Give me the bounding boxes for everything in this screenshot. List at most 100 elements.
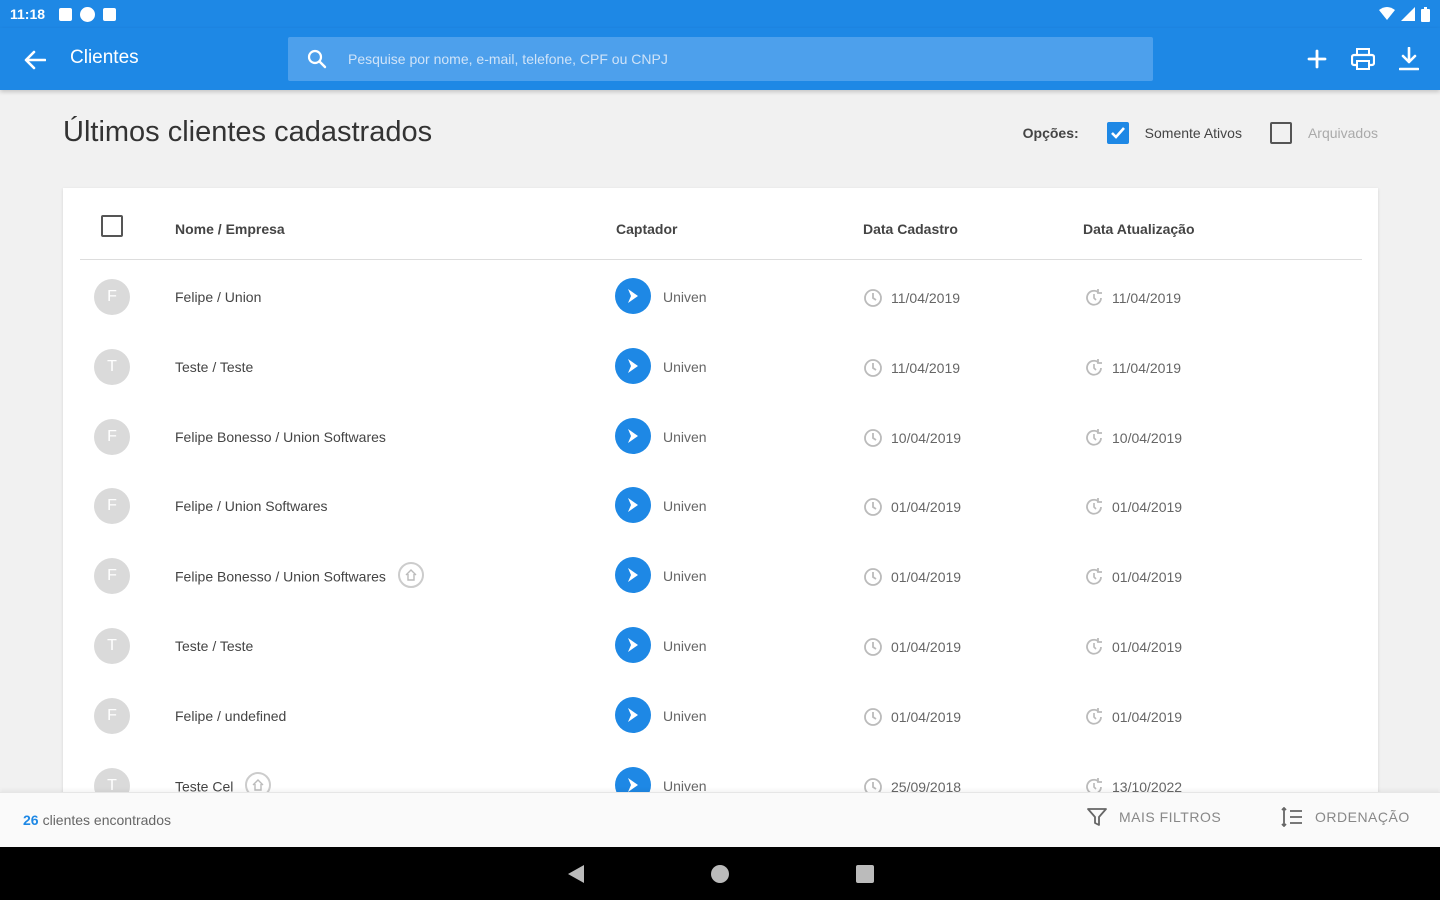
results-count-label: clientes encontrados <box>42 812 171 828</box>
history-icon <box>1084 428 1104 448</box>
bottom-bar: 26 clientes encontrados MAIS FILTROS ORDE… <box>0 792 1440 847</box>
back-button[interactable] <box>22 47 48 73</box>
table-row[interactable]: T Teste / Teste Univen 11/04/2019 11/04/2019 <box>63 331 1378 401</box>
client-name[interactable]: Felipe / Union Softwares <box>175 498 328 514</box>
created-date-text: 11/04/2019 <box>891 359 961 376</box>
captador-name: Univen <box>663 638 707 654</box>
updated-date: 11/04/2019 <box>1084 288 1181 308</box>
filter-icon <box>1087 808 1107 826</box>
more-filters-label: MAIS FILTROS <box>1119 809 1222 825</box>
header-name[interactable]: Nome / Empresa <box>175 221 285 237</box>
client-name-text: Teste / Teste <box>175 638 254 654</box>
header-created[interactable]: Data Cadastro <box>863 221 958 237</box>
history-icon <box>1084 358 1104 378</box>
clock-icon <box>863 637 883 657</box>
table-row[interactable]: F Felipe Bonesso / Union Softwares Univen 1… <box>63 401 1378 471</box>
options-group: Opções: Somente Ativos Arquivados <box>1023 122 1378 144</box>
circle-home-icon <box>711 865 729 883</box>
created-date: 10/04/2019 <box>863 428 961 448</box>
client-name[interactable]: Teste / Teste <box>175 638 253 654</box>
avatar-initial: T <box>107 357 117 375</box>
avatar-initial: F <box>107 427 117 445</box>
results-count: 26 clientes encontrados <box>23 812 171 828</box>
avatar: T <box>94 348 130 385</box>
notification-icon <box>59 7 73 21</box>
archived-checkbox[interactable] <box>1269 122 1292 144</box>
sort-button[interactable]: ORDENAÇÃO <box>1281 807 1410 827</box>
captador-logo-icon <box>615 278 651 314</box>
active-only-label[interactable]: Somente Ativos <box>1145 125 1242 141</box>
active-only-checkbox[interactable] <box>1106 122 1129 144</box>
archived-label[interactable]: Arquivados <box>1308 125 1378 141</box>
avatar-initial: F <box>107 497 117 515</box>
clock-icon <box>863 288 883 308</box>
captador-name: Univen <box>663 498 707 515</box>
header-updated[interactable]: Data Atualização <box>1083 221 1195 237</box>
updated-date-text: 01/04/2019 <box>1112 499 1183 516</box>
updated-date-text: 01/04/2019 <box>1112 708 1183 725</box>
select-all-checkbox[interactable] <box>101 215 123 237</box>
arrow-back-icon <box>24 50 46 70</box>
status-bar: 11:18 <box>0 0 1440 28</box>
updated-date: 01/04/2019 <box>1084 497 1182 517</box>
app-title: Clientes <box>70 47 139 68</box>
nav-recents-button[interactable] <box>853 862 877 886</box>
history-icon <box>1084 637 1104 657</box>
check-icon <box>1110 127 1125 139</box>
status-time: 11:18 <box>10 6 46 22</box>
created-date-text: 10/04/2019 <box>891 429 962 446</box>
table-row[interactable]: T Teste Cel Univen 25/09/2018 13/10/2022 <box>63 750 1378 798</box>
updated-date: 10/04/2019 <box>1084 428 1182 448</box>
client-name[interactable]: Teste / Teste <box>175 359 253 375</box>
table-row[interactable]: T Teste / Teste Univen 01/04/2019 01/04/2019 <box>63 610 1378 680</box>
captador-name: Univen <box>663 289 707 305</box>
table-row[interactable]: F Felipe / Union Univen 11/04/2019 11/04/201… <box>63 261 1378 331</box>
sort-icon <box>1281 807 1302 827</box>
app-notification-icon <box>80 6 96 22</box>
updated-date-text: 11/04/2019 <box>1112 290 1182 306</box>
clock-icon <box>863 428 883 448</box>
download-icon <box>1399 47 1419 71</box>
updated-date: 01/04/2019 <box>1084 567 1182 587</box>
avatar: F <box>94 279 130 315</box>
options-label: Opções: <box>1022 125 1079 141</box>
avatar: F <box>94 697 130 734</box>
captador-name: Univen <box>663 707 707 724</box>
avatar-initial: F <box>107 567 117 585</box>
nav-back-button[interactable] <box>564 862 588 886</box>
created-date: 01/04/2019 <box>863 637 961 657</box>
add-client-button[interactable] <box>1304 45 1330 73</box>
updated-date: 01/04/2019 <box>1084 637 1182 657</box>
avatar: F <box>94 558 130 595</box>
download-button[interactable] <box>1396 45 1422 73</box>
created-date: 01/04/2019 <box>863 497 961 517</box>
plus-icon <box>1307 49 1327 69</box>
search-box[interactable] <box>288 37 1153 81</box>
search-input[interactable] <box>348 51 1108 67</box>
nav-home-button[interactable] <box>708 862 732 886</box>
avatar-initial: T <box>107 637 117 654</box>
client-name[interactable]: Felipe Bonesso / Union Softwares <box>175 429 386 445</box>
home-icon[interactable] <box>397 562 424 589</box>
history-icon <box>1084 288 1104 308</box>
table-row[interactable]: F Felipe Bonesso / Union Softwares Univen 0… <box>63 540 1378 610</box>
table-row[interactable]: F Felipe / Union Softwares Univen 01/04/201… <box>63 470 1378 540</box>
created-date: 11/04/2019 <box>863 358 960 378</box>
print-button[interactable] <box>1350 45 1376 73</box>
more-filters-button[interactable]: MAIS FILTROS <box>1087 807 1221 827</box>
header-captador[interactable]: Captador <box>616 221 677 237</box>
client-name[interactable]: Felipe Bonesso / Union Softwares <box>175 562 424 589</box>
captador-name: Univen <box>663 428 707 445</box>
clock-icon <box>863 707 883 727</box>
updated-date-text: 01/04/2019 <box>1112 569 1183 586</box>
client-name[interactable]: Felipe / undefined <box>175 708 286 724</box>
history-icon <box>1084 567 1104 587</box>
clock-icon <box>863 497 883 517</box>
client-name[interactable]: Felipe / Union <box>175 289 261 305</box>
captador-logo-icon <box>615 347 651 384</box>
client-name-text: Felipe Bonesso / Union Softwares <box>175 568 386 585</box>
created-date: 01/04/2019 <box>863 707 961 727</box>
clients-table: Nome / Empresa Captador Data Cadastro Da… <box>63 188 1378 798</box>
created-date: 01/04/2019 <box>863 567 961 587</box>
table-row[interactable]: F Felipe / undefined Univen 01/04/2019 01/04… <box>63 680 1378 750</box>
